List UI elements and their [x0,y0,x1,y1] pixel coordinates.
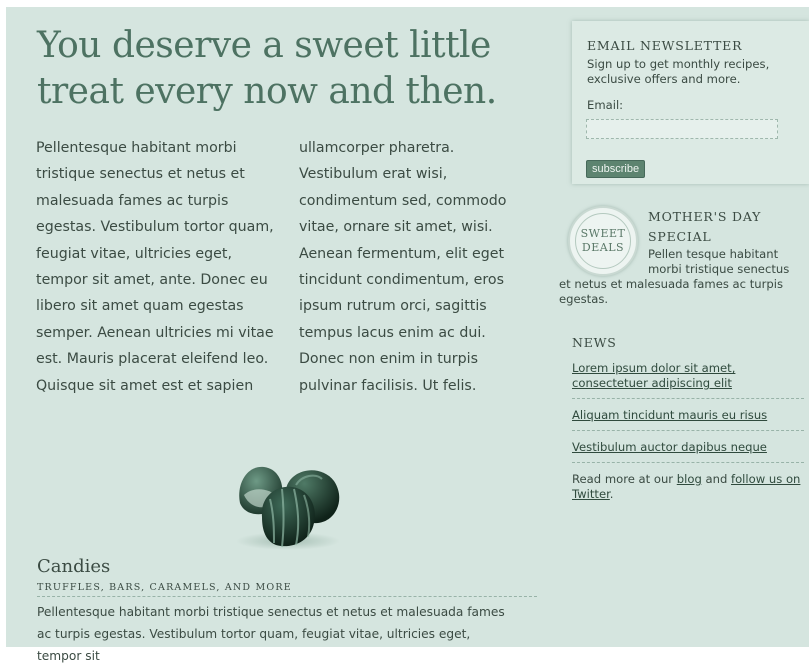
news-link-3[interactable]: Vestibulum auctor dapibus neque [572,440,802,455]
subscribe-button[interactable]: subscribe [586,160,646,178]
news-link-1[interactable]: Lorem ipsum dolor sit amet, consectetuer… [572,361,802,391]
page-content: You deserve a sweet little treat every n… [6,7,809,663]
newsletter-description: Sign up to get monthly recipes, exclusiv… [587,57,770,86]
news-footer-suffix: . [609,487,614,501]
email-label: Email: [587,98,624,112]
news-footer: Read more at our blog and follow us on T… [572,472,804,502]
intro-text-column-2: ullamcorper pharetra. Vestibulum erat wi… [299,140,507,394]
candies-heading: Candies [37,556,111,577]
news-footer-prefix: Read more at our [572,472,674,486]
chocolate-truffles-image [236,466,340,550]
sweet-deals-seal: SWEET DEALS [575,213,631,269]
badge-line-1: SWEET [580,227,626,240]
news-divider [572,462,804,463]
candies-subheading: TRUFFLES, BARS, CARAMELS, AND MORE [37,582,537,597]
blog-link[interactable]: blog [677,472,702,486]
candies-description: Pellentesque habitant morbi tristique se… [37,605,505,663]
news-footer-and: and [705,472,728,486]
badge-line-2: DEALS [581,241,625,254]
page-headline: You deserve a sweet little treat every n… [37,25,497,112]
special-text-part-1: Pellen tesque habitant morbi tristique s… [648,247,790,276]
email-input[interactable] [586,119,778,139]
newsletter-title: EMAIL NEWSLETTER [587,38,743,53]
newsletter-box: EMAIL NEWSLETTER Sign up to get monthly … [572,21,809,184]
news-divider [572,430,804,431]
news-link-2[interactable]: Aliquam tincidunt mauris eu risus [572,408,802,423]
intro-text-column-1: Pellentesque habitant morbi tristique se… [36,140,274,394]
special-text-part-2: et netus et malesuada fames ac turpis eg… [559,277,784,306]
news-divider [572,398,804,399]
sweet-deals-badge: SWEET DEALS [568,206,638,276]
news-heading: NEWS [572,335,617,350]
special-title: MOTHER'S DAY SPECIAL [648,209,762,244]
